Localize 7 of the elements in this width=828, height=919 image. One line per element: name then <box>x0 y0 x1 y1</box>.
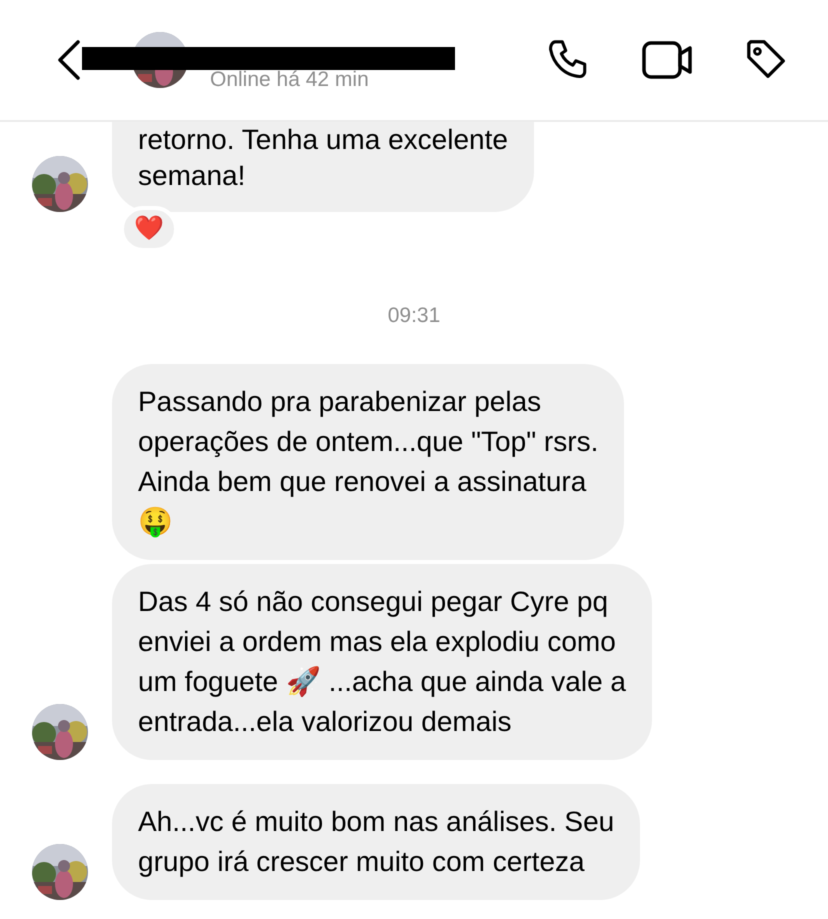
message-bubble: Passando pra parabenizar pelas operações de ontem...que "Top" rsrs. Ainda bem que renovei a assinatura 🤑 <box>112 364 624 560</box>
message-bubble: Das 4 só não consegui pegar Cyre pq enviei a ordem mas ela explodiu como um foguete 🚀 ...acha que ainda vale a entrada...ela valorizou demais <box>112 564 652 760</box>
back-icon[interactable] <box>56 40 82 80</box>
online-status: Online há 42 min <box>210 68 369 92</box>
video-camera-icon[interactable] <box>642 40 694 80</box>
message-bubble: Ah...vc é muito bom nas análises. Seu grupo irá crescer muito com certeza <box>112 784 640 900</box>
timestamp: 09:31 <box>388 304 440 328</box>
